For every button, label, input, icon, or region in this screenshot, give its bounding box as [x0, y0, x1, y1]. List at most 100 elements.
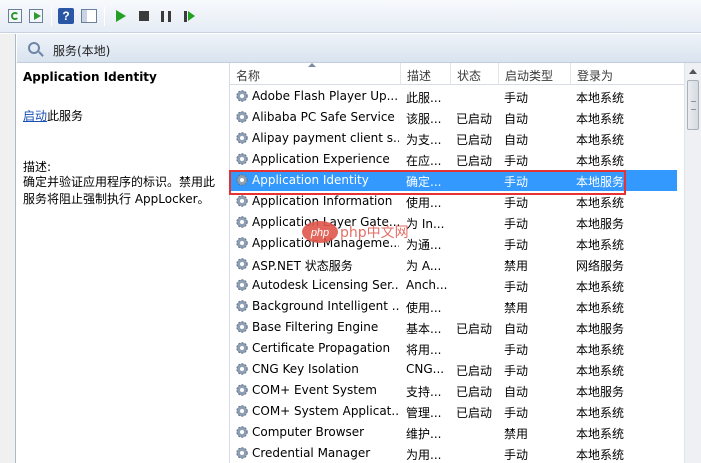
service-startup-cell: 手动 [504, 91, 529, 105]
service-row[interactable]: Application Layer Gate... 为 In... 手动 本地服务 [230, 212, 677, 233]
service-startup-cell: 手动 [504, 196, 529, 210]
stop-service-button[interactable] [135, 7, 153, 25]
service-desc-cell: 将用... [406, 343, 442, 357]
service-status-cell: 已启动 [456, 322, 493, 336]
start-service-action: 启动此服务 [23, 107, 83, 124]
start-service-button[interactable] [112, 7, 130, 25]
service-row[interactable]: Credential Manager 为用... 手动 本地系统 [230, 443, 677, 463]
service-logon-cell: 本地服务 [576, 217, 625, 231]
service-rows: Adobe Flash Player Up... 此服... 手动 本地系统 Aliba… [230, 86, 677, 463]
service-desc-cell: 此服... [406, 91, 442, 105]
service-row[interactable]: CNG Key Isolation CNG... 已启动 手动 本地系统 [230, 359, 677, 380]
service-startup-cell: 手动 [504, 364, 529, 378]
service-logon-cell: 本地服务 [576, 322, 625, 336]
service-startup-cell: 禁用 [504, 259, 529, 273]
services-magnifier-icon [28, 42, 40, 54]
service-row[interactable]: Adobe Flash Player Up... 此服... 手动 本地系统 [230, 86, 677, 107]
column-header-name[interactable]: 名称 [230, 63, 401, 85]
service-desc-cell: 为用... [406, 448, 442, 462]
service-gear-icon [236, 279, 248, 291]
service-row[interactable]: Base Filtering Engine 基本... 已启动 自动 本地服务 [230, 317, 677, 338]
column-header-logon-as[interactable]: 登录为 [571, 63, 685, 85]
service-desc-cell: 支持... [406, 385, 442, 399]
service-row[interactable]: COM+ System Applicat... 管理... 已启动 手动 本地系统 [230, 401, 677, 422]
service-status-cell: 已启动 [456, 364, 493, 378]
page-title: 服务(本地) [53, 44, 111, 58]
pause-service-button[interactable] [157, 7, 175, 25]
service-desc-cell: 为 A... [406, 259, 442, 273]
sort-ascending-icon [308, 63, 316, 67]
service-desc-cell: Anch... [406, 278, 448, 292]
service-row[interactable]: Alipay payment client s... 为支... 已启动 自动 本地系统 [230, 128, 677, 149]
service-gear-icon [236, 300, 248, 312]
service-name-cell: Adobe Flash Player Up... [252, 89, 399, 103]
selected-service-title: Application Identity [23, 70, 157, 84]
service-logon-cell: 本地系统 [576, 280, 625, 294]
service-desc-cell: 在应... [406, 154, 442, 168]
help-icon: ? [58, 8, 74, 24]
service-name-cell: Application Identity [252, 173, 369, 187]
service-row[interactable]: Certificate Propagation 将用... 手动 本地系统 [230, 338, 677, 359]
service-row[interactable]: ASP.NET 状态服务 为 A... 禁用 网络服务 [230, 254, 677, 275]
service-name-cell: Credential Manager [252, 446, 371, 460]
service-gear-icon [236, 111, 248, 123]
service-row[interactable]: Background Intelligent ... 使用... 禁用 本地系统 [230, 296, 677, 317]
restart-service-button[interactable] [180, 7, 198, 25]
service-startup-cell: 手动 [504, 175, 529, 189]
start-service-link[interactable]: 启动 [23, 109, 47, 123]
service-name-cell: Autodesk Licensing Ser... [252, 278, 399, 292]
service-gear-icon [236, 405, 248, 417]
restart-icon [184, 10, 195, 22]
service-startup-cell: 手动 [504, 154, 529, 168]
service-desc-cell: 为 In... [406, 217, 445, 231]
service-desc-cell: 维护... [406, 427, 442, 441]
scroll-up-icon[interactable] [689, 69, 697, 74]
service-gear-icon [236, 174, 248, 186]
service-startup-cell: 禁用 [504, 427, 529, 441]
play-icon [116, 10, 126, 22]
service-row[interactable]: Application Information 使用... 手动 本地系统 [230, 191, 677, 212]
service-gear-icon [236, 426, 248, 438]
service-logon-cell: 本地系统 [576, 364, 625, 378]
service-row[interactable]: COM+ Event System 支持... 已启动 自动 本地服务 [230, 380, 677, 401]
service-gear-icon [236, 384, 248, 396]
service-logon-cell: 本地服务 [576, 175, 625, 189]
service-row[interactable]: Alibaba PC Safe Service 该服... 已启动 自动 本地系统 [230, 107, 677, 128]
service-name-cell: Application Layer Gate... [252, 215, 399, 229]
service-startup-cell: 手动 [504, 217, 529, 231]
service-row[interactable]: Application Experience 在应... 已启动 手动 本地系统 [230, 149, 677, 170]
help-button[interactable]: ? [57, 7, 75, 25]
service-startup-cell: 禁用 [504, 301, 529, 315]
description-panel: Application Identity 启动此服务 描述: 确定并验证应用程序… [17, 63, 228, 463]
panel-icon [81, 9, 97, 23]
refresh-button[interactable] [6, 7, 24, 25]
service-row[interactable]: Application Manageme... 为通... 手动 本地系统 [230, 233, 677, 254]
service-name-cell: Certificate Propagation [252, 341, 391, 355]
service-name-cell: COM+ System Applicat... [252, 404, 399, 418]
show-hide-pane-button[interactable] [80, 7, 98, 25]
service-name-cell: Alipay payment client s... [252, 131, 399, 145]
service-desc-cell: 使用... [406, 301, 442, 315]
service-startup-cell: 自动 [504, 112, 529, 126]
column-header-description[interactable]: 描述 [401, 63, 451, 85]
service-row[interactable]: Autodesk Licensing Ser... Anch... 手动 本地系统 [230, 275, 677, 296]
service-desc-cell: 基本... [406, 322, 442, 336]
service-name-cell: Application Manageme... [252, 236, 399, 250]
service-logon-cell: 本地系统 [576, 112, 625, 126]
description-label: 描述: [23, 160, 52, 174]
service-gear-icon [236, 90, 248, 102]
export-list-button[interactable] [27, 7, 45, 25]
service-logon-cell: 本地系统 [576, 427, 625, 441]
column-header-startup-type[interactable]: 启动类型 [499, 63, 571, 85]
service-row[interactable]: Computer Browser 维护... 禁用 本地系统 [230, 422, 677, 443]
service-row[interactable]: Application Identity 确定... 手动 本地服务 [230, 170, 677, 191]
scroll-thumb[interactable] [687, 80, 699, 130]
column-header-status[interactable]: 状态 [451, 63, 499, 85]
service-logon-cell: 本地服务 [576, 385, 625, 399]
toolbar: ? [0, 0, 701, 33]
service-name-cell: Application Experience [252, 152, 390, 166]
services-list: 名称 描述 状态 启动类型 登录为 Adobe Flash Player Up.… [229, 63, 701, 463]
service-logon-cell: 本地系统 [576, 196, 625, 210]
vertical-scrollbar[interactable] [684, 63, 701, 463]
service-startup-cell: 自动 [504, 385, 529, 399]
